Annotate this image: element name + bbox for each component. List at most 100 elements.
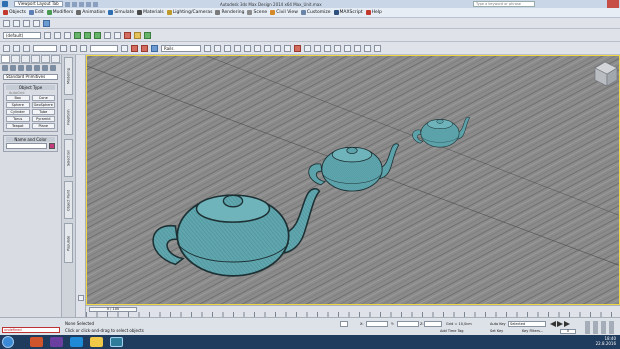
category-dropdown[interactable]: Standard Primitives [3, 74, 58, 80]
hold-button[interactable] [23, 19, 30, 27]
search-input[interactable]: Type a keyword or phrase [473, 1, 535, 7]
lock-selection-icon[interactable] [340, 321, 348, 327]
go-to-start-icon[interactable] [550, 321, 556, 327]
torus-button[interactable]: Torus [6, 116, 30, 122]
viewport-navigation-icons[interactable] [585, 321, 617, 334]
print-size-icon[interactable] [374, 44, 381, 52]
name-color-title[interactable]: Name and Color [6, 137, 55, 142]
create-tab[interactable] [1, 55, 10, 63]
menu-civil-view[interactable]: Civil View [270, 10, 298, 15]
select-by-name-icon[interactable] [54, 31, 61, 39]
play-icon[interactable] [557, 321, 563, 327]
key-mode-dropdown[interactable]: Selected [508, 321, 546, 327]
redo-button[interactable] [13, 19, 20, 27]
pyramid-button[interactable]: Pyramid [31, 116, 55, 122]
select-object-icon[interactable] [44, 31, 51, 39]
rendered-frame-window-icon[interactable] [274, 44, 281, 52]
track-bar[interactable]: 0 / 100 [86, 305, 620, 317]
perspective-viewport[interactable] [86, 55, 620, 305]
pivot-icon[interactable] [121, 44, 128, 52]
menu-scene[interactable]: Scene [247, 10, 267, 15]
menu-animation[interactable]: Animation [76, 10, 105, 15]
viewport-canvas[interactable] [87, 56, 620, 305]
scale-icon[interactable] [80, 44, 87, 52]
geosphere-button[interactable]: GeoSphere [31, 102, 55, 108]
menu-materials[interactable]: Materials [137, 10, 164, 15]
object-type-title[interactable]: Object Type [6, 85, 55, 90]
menu-rendering[interactable]: Rendering [215, 10, 244, 15]
menu-edit[interactable]: Edit [29, 10, 44, 15]
menu-maxscript[interactable]: MAXScript [333, 10, 363, 15]
utilities-tab[interactable] [51, 55, 60, 63]
space-warps-icon[interactable] [42, 65, 48, 71]
maxscript-listener[interactable]: undefined [2, 327, 60, 333]
menu-help[interactable]: Help [365, 10, 382, 15]
viewport-scroll-button[interactable] [78, 295, 84, 301]
y-coordinate-field[interactable] [397, 321, 419, 327]
select-rotate-icon[interactable] [84, 31, 91, 39]
render-setup-icon[interactable] [264, 44, 271, 52]
menu-lighting-cameras[interactable]: Lighting/Cameras [166, 10, 212, 15]
set-key-button[interactable]: Set Key [490, 329, 503, 333]
teapot-icon[interactable] [334, 44, 341, 52]
explorer-task-icon[interactable] [90, 337, 103, 347]
curve-editor-icon[interactable] [144, 31, 151, 39]
ribbon-tab-modeling[interactable]: Modeling [64, 57, 73, 95]
helpers-icon[interactable] [34, 65, 40, 71]
media-task-icon[interactable] [50, 337, 63, 347]
unlink-icon[interactable] [13, 44, 20, 52]
render-production-icon[interactable] [284, 44, 291, 52]
named-selection-dropdown[interactable]: Rails [161, 44, 201, 52]
systems-icon[interactable] [50, 65, 56, 71]
cameras-icon[interactable] [26, 65, 32, 71]
selection-filter-dropdown[interactable] [33, 44, 57, 52]
reference-coordinate-dropdown[interactable] [90, 44, 118, 52]
bind-space-warp-icon[interactable] [23, 44, 30, 52]
object-color-swatch[interactable] [49, 143, 55, 149]
teapot-button[interactable]: Teapot [6, 123, 30, 129]
ribbon-tab-populate[interactable]: Populate [64, 223, 73, 263]
save-file-icon[interactable] [78, 1, 84, 7]
box-button[interactable]: Box [6, 95, 30, 101]
sphere-button[interactable]: Sphere [6, 102, 30, 108]
skype-task-icon[interactable] [70, 337, 83, 347]
camera-icon[interactable] [324, 44, 331, 52]
cylinder-button[interactable]: Cylinder [6, 109, 30, 115]
rotate-icon[interactable] [70, 44, 77, 52]
mirror-icon[interactable] [124, 31, 131, 39]
maximize-button[interactable] [594, 0, 606, 8]
3dsmax-task-icon[interactable] [110, 337, 123, 347]
display-tab[interactable] [41, 55, 50, 63]
spinner-snap-icon[interactable] [151, 44, 158, 52]
x-coordinate-field[interactable] [366, 321, 388, 327]
ribbon-tab-object-paint[interactable]: Object Paint [64, 181, 73, 219]
activeshade-icon[interactable] [304, 44, 311, 52]
add-time-tag-button[interactable]: Add Time Tag [440, 329, 464, 333]
open-file-icon[interactable] [71, 1, 77, 7]
undo-button[interactable] [3, 19, 10, 27]
angle-snap-icon[interactable] [114, 31, 121, 39]
app-logo-icon[interactable] [2, 1, 8, 7]
ribbon-tab-freeform[interactable]: Freeform [64, 99, 73, 135]
start-button[interactable] [2, 336, 14, 348]
effects-icon[interactable] [354, 44, 361, 52]
align-tool-icon[interactable] [214, 44, 221, 52]
ribbon-tab-selection[interactable]: Selection [64, 139, 73, 177]
move-icon[interactable] [60, 44, 67, 52]
menu-modifiers[interactable]: Modifiers [46, 10, 73, 15]
hierarchy-tab[interactable] [21, 55, 30, 63]
mirror-tool-icon[interactable] [204, 44, 211, 52]
system-clock[interactable]: 18:40 22.8.2016 [572, 336, 616, 346]
batch-render-icon[interactable] [364, 44, 371, 52]
select-scale-icon[interactable] [94, 31, 101, 39]
shapes-icon[interactable] [10, 65, 16, 71]
percent-snap-icon[interactable] [141, 44, 148, 52]
undo-icon[interactable] [85, 1, 91, 7]
link-button[interactable] [43, 19, 50, 27]
object-name-input[interactable] [6, 143, 47, 149]
next-frame-icon[interactable] [564, 321, 570, 327]
menu-customize[interactable]: Customize [300, 10, 331, 15]
workspace-dropdown[interactable]: Viewport Layout Tab [14, 1, 63, 7]
align-icon[interactable] [134, 31, 141, 39]
environment-icon[interactable] [344, 44, 351, 52]
